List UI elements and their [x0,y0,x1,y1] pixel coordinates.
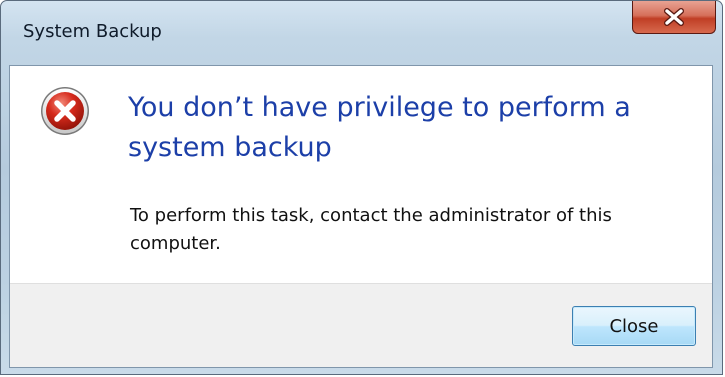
title-bar[interactable]: System Backup [1,1,722,65]
dialog-content: You don’t have privilege to perform a sy… [10,66,712,283]
title-close-button[interactable] [632,1,716,34]
close-x-icon [663,8,685,26]
dialog-window: System Backup You don’t have privilege t… [0,0,723,375]
close-button[interactable]: Close [572,306,696,346]
error-icon [40,86,90,136]
dialog-footer: Close [10,283,712,367]
main-instruction: You don’t have privilege to perform a sy… [128,92,631,163]
dialog-client-area: You don’t have privilege to perform a sy… [9,65,713,368]
window-title: System Backup [23,21,162,42]
content-text: To perform this task, contact the admini… [130,205,612,254]
